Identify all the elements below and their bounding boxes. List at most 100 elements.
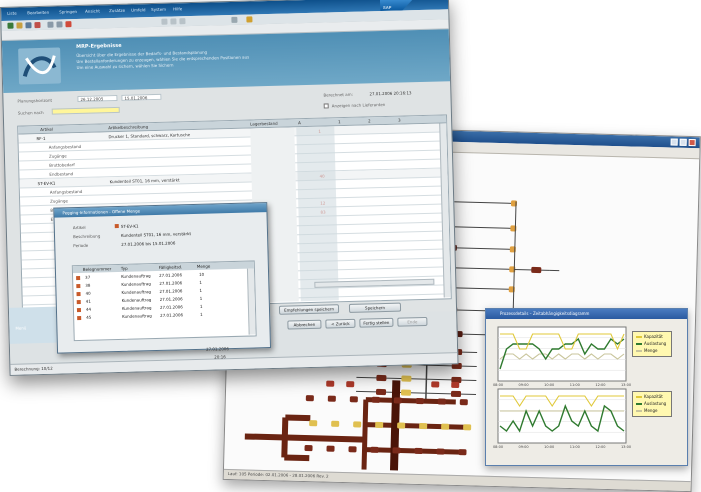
network-node[interactable] xyxy=(328,396,336,402)
stop-icon[interactable] xyxy=(65,21,71,27)
column-header[interactable]: Fälligkeitsd. xyxy=(159,264,183,270)
next-page-icon[interactable] xyxy=(179,18,185,24)
network-node[interactable] xyxy=(350,396,358,402)
network-node[interactable] xyxy=(346,381,354,387)
network-node[interactable] xyxy=(460,399,468,405)
network-node[interactable] xyxy=(438,398,446,404)
pegging-cell-date: 27.01.2006 xyxy=(160,304,183,310)
chart-popup-title-bar: Prozessdetails – Zeitabhängigkeitsdiagra… xyxy=(486,309,687,319)
network-node[interactable] xyxy=(419,423,427,429)
date-to-field[interactable]: 15.01.2006 xyxy=(121,94,161,101)
first-page-icon[interactable] xyxy=(161,19,167,25)
network-node[interactable] xyxy=(326,381,334,387)
cancel-button[interactable]: Abbrechen xyxy=(287,320,321,330)
column-header[interactable]: Artikel xyxy=(40,127,53,132)
network-node[interactable] xyxy=(436,448,444,454)
network-connector xyxy=(394,380,396,470)
legend-bottom: Kapazität Auslastung Menge xyxy=(632,391,672,417)
network-node[interactable] xyxy=(375,422,383,428)
save-recommendations-button[interactable]: Empfehlungen speichern xyxy=(279,304,339,315)
network-node[interactable] xyxy=(451,391,461,397)
menu-item[interactable]: Hilfe xyxy=(173,6,182,11)
network-node[interactable] xyxy=(392,447,400,453)
dialog-scrollbar[interactable] xyxy=(247,268,256,334)
menu-item[interactable]: Bearbeiten xyxy=(27,10,49,16)
pegging-cell-qty: 1 xyxy=(200,304,203,309)
back-button[interactable]: < Zurück xyxy=(325,319,355,329)
x-tick-label: 13:00 xyxy=(621,445,631,449)
cell-item: ST-EV-K1 xyxy=(38,181,56,186)
find-icon[interactable] xyxy=(56,21,62,27)
network-node[interactable] xyxy=(331,421,339,427)
leftnav-label[interactable]: Menü xyxy=(15,325,26,330)
network-node[interactable] xyxy=(531,267,541,273)
item-icon xyxy=(115,224,119,228)
finish-button[interactable]: Fertig stellen xyxy=(359,318,393,328)
network-node[interactable] xyxy=(463,424,471,430)
menu-item[interactable]: System xyxy=(151,7,166,12)
search-input[interactable] xyxy=(52,107,120,115)
network-node[interactable] xyxy=(451,382,459,388)
cell-item: Bruttobedarf xyxy=(49,162,75,168)
date-from-field[interactable]: 26.12.2005 xyxy=(77,95,117,102)
column-header[interactable]: Lagerbestand xyxy=(250,121,278,127)
network-node[interactable] xyxy=(441,424,449,430)
cell-item: Anfangsbestand xyxy=(49,144,82,150)
network-node[interactable] xyxy=(431,381,439,387)
pegging-cell-type: Kundenauftrag xyxy=(121,273,151,279)
menu-item[interactable]: Liste xyxy=(7,11,17,16)
network-node[interactable] xyxy=(306,395,314,401)
column-header[interactable]: 2 xyxy=(368,118,371,123)
minimize-icon[interactable] xyxy=(671,138,678,145)
network-node[interactable] xyxy=(326,446,334,452)
legend-item: Auslastung xyxy=(636,401,666,406)
supplier-view-checkbox[interactable] xyxy=(324,103,329,108)
network-node[interactable] xyxy=(394,397,402,403)
network-node[interactable] xyxy=(397,422,405,428)
column-header[interactable]: 1 xyxy=(338,119,341,124)
column-header[interactable]: A xyxy=(298,120,301,125)
pegging-cell-type: Kundenauftrag xyxy=(122,305,152,311)
menu-item[interactable]: Zusätze xyxy=(109,8,125,13)
end-button[interactable]: Ende xyxy=(397,317,427,327)
column-header[interactable]: 3 xyxy=(398,118,401,123)
network-node[interactable] xyxy=(401,390,411,396)
network-node[interactable] xyxy=(401,376,411,382)
column-header[interactable]: Belegnummer xyxy=(83,266,111,272)
column-header[interactable]: Menge xyxy=(197,264,211,269)
prev-page-icon[interactable] xyxy=(170,18,176,24)
close-icon[interactable] xyxy=(689,139,696,146)
cell-item: Zugänge xyxy=(50,198,68,203)
cancel-icon[interactable] xyxy=(34,22,40,28)
pegging-cell-date: 27.01.2006 xyxy=(159,280,182,286)
menu-item[interactable]: Springen xyxy=(59,9,77,14)
network-node[interactable] xyxy=(304,445,312,451)
back-icon[interactable] xyxy=(25,22,31,28)
maximize-icon[interactable] xyxy=(680,139,687,146)
network-node[interactable] xyxy=(416,398,424,404)
network-node[interactable] xyxy=(414,448,422,454)
print-icon[interactable] xyxy=(47,22,53,28)
save-icon[interactable] xyxy=(16,22,22,28)
layout-icon[interactable] xyxy=(231,17,237,23)
column-header[interactable]: Typ xyxy=(121,266,128,271)
network-node[interactable] xyxy=(309,420,317,426)
x-tick-label: 11:00 xyxy=(570,445,580,449)
ok-icon[interactable] xyxy=(7,23,13,29)
column-header[interactable]: Artikelbeschreibung xyxy=(108,124,148,130)
save-button[interactable]: Speichern xyxy=(349,303,401,313)
legend-item: Menge xyxy=(636,348,657,353)
menu-item[interactable]: Umfeld xyxy=(131,7,145,12)
help-icon[interactable] xyxy=(246,16,252,22)
network-node[interactable] xyxy=(370,447,378,453)
menu-item[interactable]: Ansicht xyxy=(85,8,100,13)
network-node[interactable] xyxy=(372,397,380,403)
dialog-title: Pegging-Informationen - Offene Menge xyxy=(62,208,140,215)
network-node[interactable] xyxy=(376,389,386,395)
network-node[interactable] xyxy=(458,449,466,455)
network-node[interactable] xyxy=(376,375,386,381)
x-tick-label: 09:00 xyxy=(519,445,529,449)
network-node[interactable] xyxy=(348,446,356,452)
network-node[interactable] xyxy=(353,421,361,427)
network-connector xyxy=(285,417,310,418)
